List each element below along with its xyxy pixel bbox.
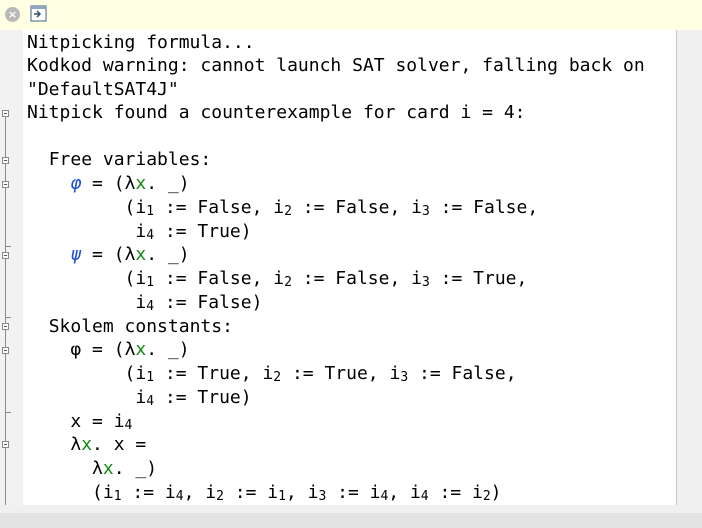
output-line: i4 := False)	[135, 292, 263, 314]
output-line: Nitpicking formula...	[27, 32, 255, 53]
output-line: λx. x =	[70, 434, 147, 455]
skolem-constants-header: Skolem constants:	[48, 316, 233, 337]
output-line: φ = (λx. _)	[70, 173, 190, 194]
output-line: (i1 := True, i2 := True, i3 := False,	[124, 363, 517, 385]
output-toolbar: ×	[0, 0, 702, 30]
detach-icon[interactable]	[30, 5, 47, 22]
output-line: Nitpick found a counterexample for card …	[27, 102, 526, 123]
output-line: (i1 := False, i2 := False, i3 := True,	[124, 268, 528, 290]
output-line: Kodkod warning: cannot launch SAT solver…	[27, 55, 645, 76]
output-line: (i1 := i4, i2 := i1, i3 := i4, i4 := i2)	[92, 482, 502, 504]
vertical-scrollbar[interactable]	[677, 30, 702, 505]
output-line: "DefaultSAT4J"	[27, 79, 179, 100]
output-line: (i1 := False, i2 := False, i3 := False,	[124, 197, 539, 219]
close-icon[interactable]: ×	[5, 7, 20, 22]
free-variables-header: Free variables:	[48, 149, 212, 170]
fold-gutter	[0, 30, 23, 507]
bottom-divider	[0, 513, 702, 528]
output-line: x = i4	[70, 411, 133, 433]
output-line: λx. _)	[92, 458, 158, 479]
output-line: i4 := True)	[135, 387, 252, 409]
output-text-area[interactable]: Nitpicking formula... Kodkod warning: ca…	[23, 30, 677, 506]
output-line: i4 := True)	[135, 221, 252, 243]
output-line: ψ = (λx. _)	[70, 244, 190, 265]
output-line: φ = (λx. _)	[70, 339, 190, 360]
